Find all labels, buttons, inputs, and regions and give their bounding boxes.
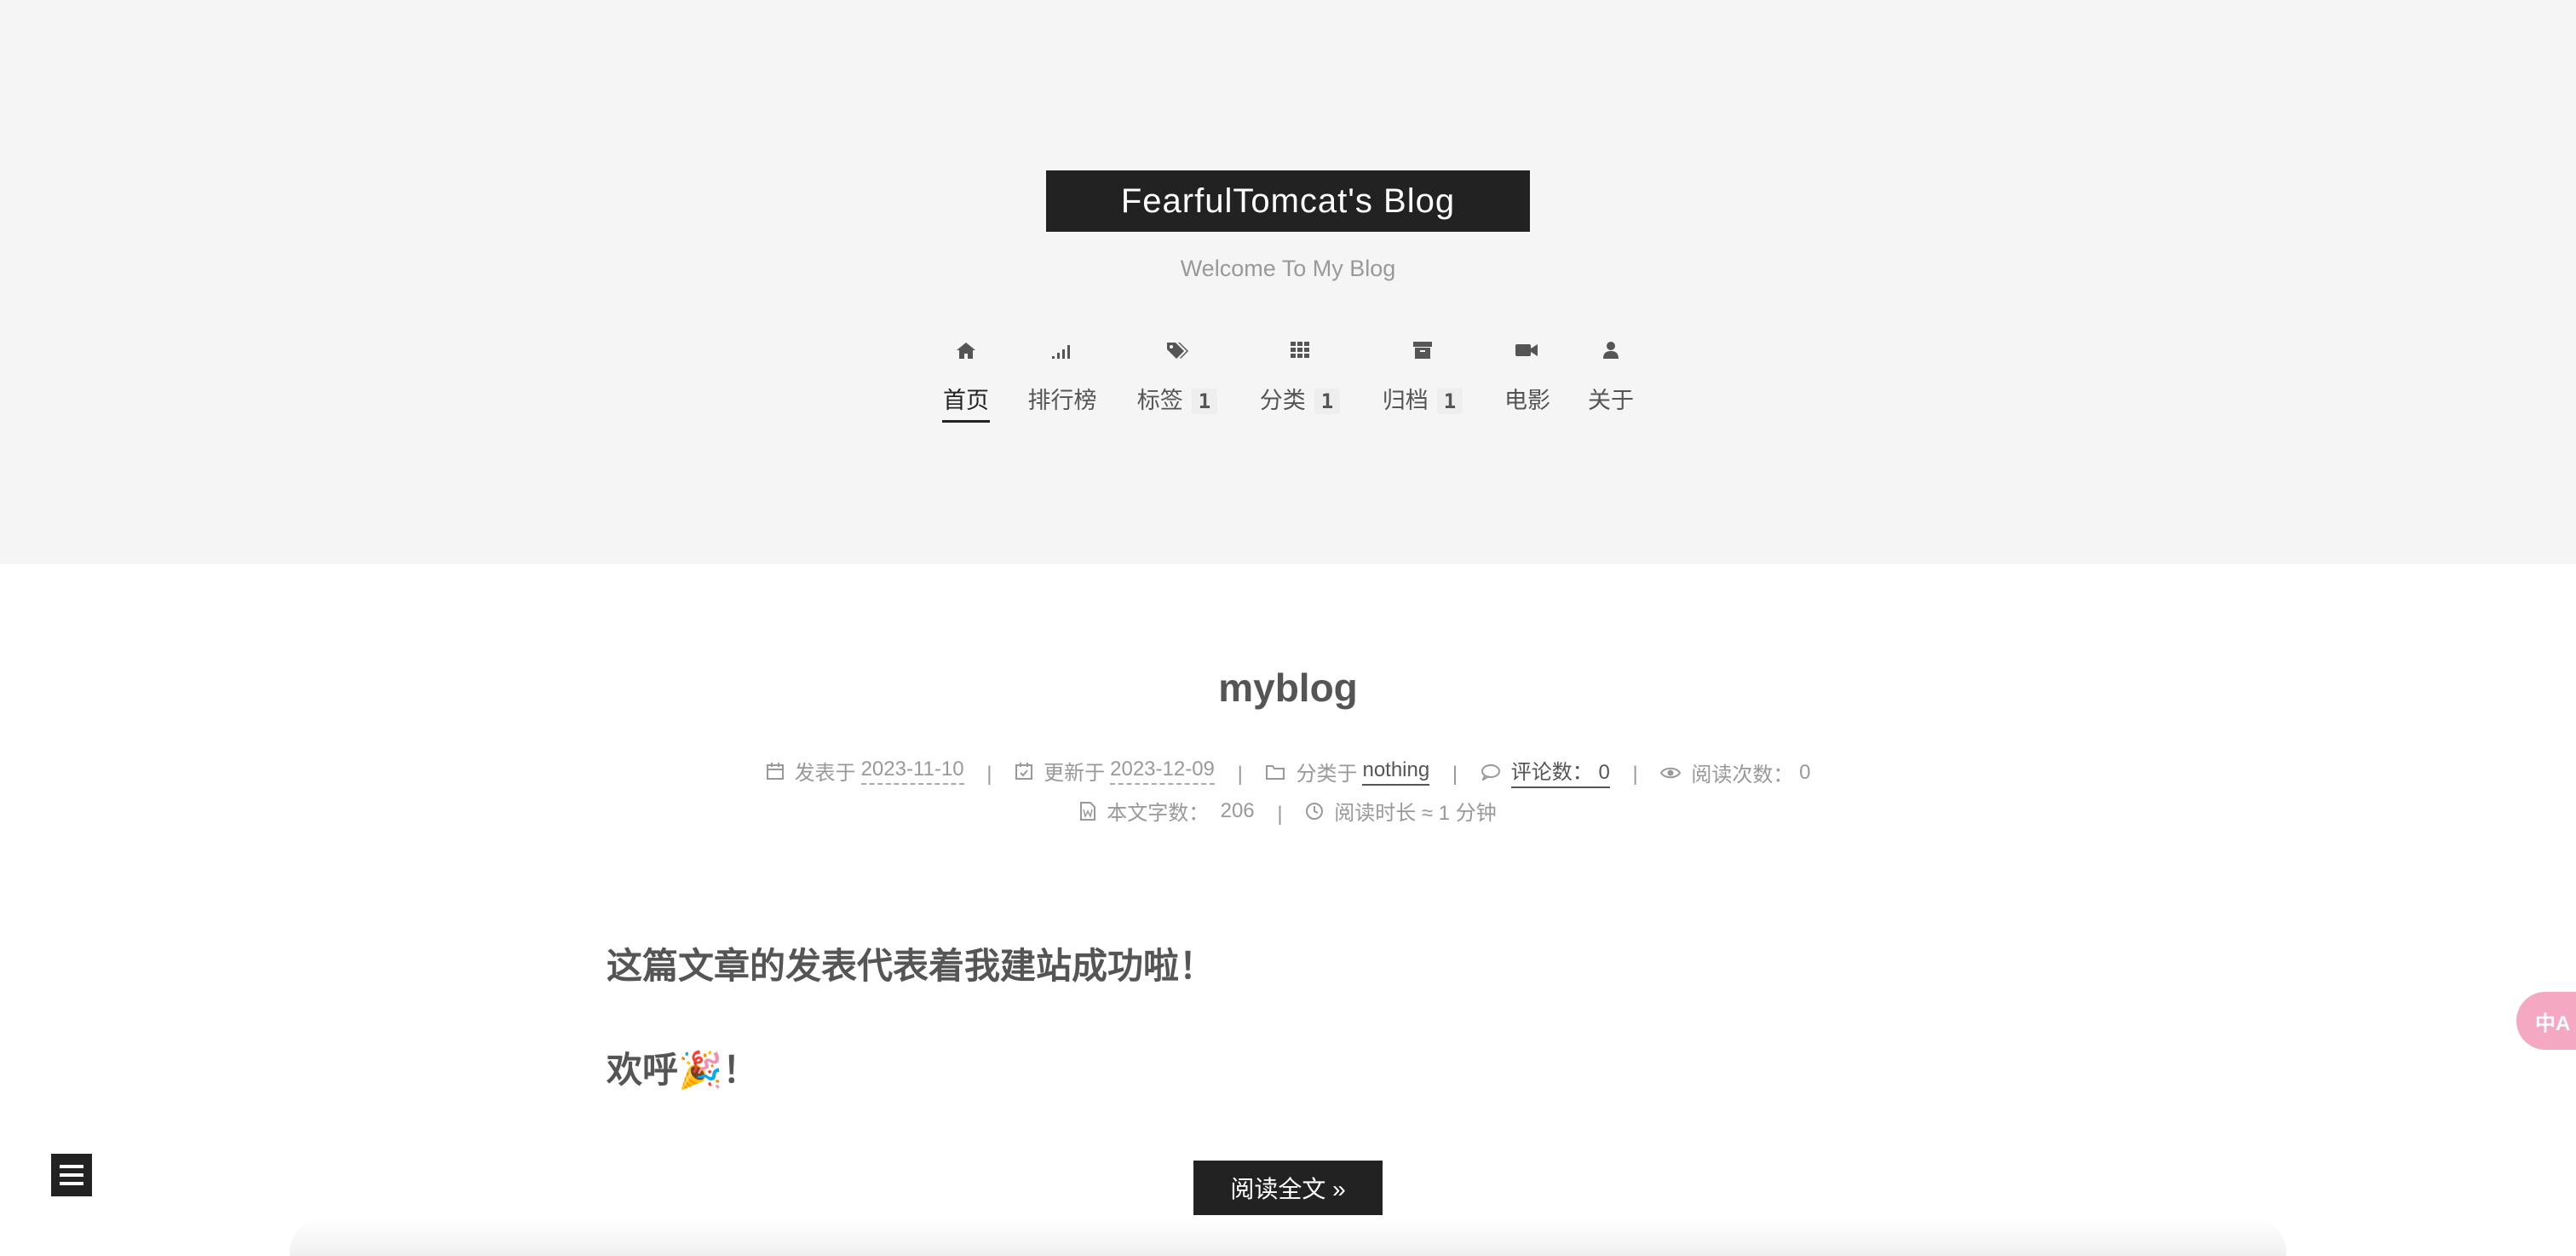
nav-item-home[interactable]: 首页 bbox=[942, 334, 990, 423]
post-comments[interactable]: 评论数： 0 bbox=[1481, 755, 1610, 788]
sidebar-toggle-button[interactable] bbox=[51, 1154, 92, 1196]
post-readtime: 阅读时长 ≈ 1 分钟 bbox=[1305, 796, 1497, 826]
nav-item-ranking[interactable]: 排行榜 bbox=[1027, 334, 1097, 419]
updated-label: 更新于 bbox=[1044, 762, 1106, 785]
category-label: 分类于 bbox=[1296, 763, 1358, 786]
nav-item-label: 电影 bbox=[1504, 388, 1550, 413]
nav-item-label: 排行榜 bbox=[1027, 388, 1097, 413]
views-count: 0 bbox=[1799, 760, 1811, 784]
nav-item-about[interactable]: 关于 bbox=[1588, 334, 1634, 419]
eye-icon bbox=[1660, 767, 1682, 778]
post-content-cheer: 欢呼🎉！ bbox=[607, 1050, 759, 1090]
meta-separator: | bbox=[1452, 762, 1458, 786]
post-category: 分类于 nothing bbox=[1265, 757, 1430, 786]
calendar-check-icon bbox=[1015, 762, 1033, 780]
signal-icon bbox=[1027, 334, 1097, 366]
site-title-text[interactable]: FearfulTomcat's Blog bbox=[1121, 182, 1455, 221]
nav-item-categories[interactable]: 分类 1 bbox=[1257, 334, 1343, 419]
nav-item-label: 分类 bbox=[1259, 388, 1306, 413]
posted-date-value: 2023-11-10 bbox=[860, 758, 964, 785]
updated-date-value: 2023-12-09 bbox=[1110, 758, 1215, 785]
readtime-value: 1 分钟 bbox=[1438, 802, 1497, 825]
header-wave bbox=[0, 564, 2576, 579]
comment-icon bbox=[1481, 763, 1500, 781]
translate-icon: 中A bbox=[2535, 1011, 2571, 1035]
next-post-card-edge bbox=[290, 1219, 2286, 1256]
site-subtitle: Welcome To My Blog bbox=[1180, 256, 1396, 281]
read-more-label: 阅读全文 » bbox=[1230, 1176, 1346, 1202]
site-title[interactable]: FearfulTomcat's Blog bbox=[1046, 170, 1530, 232]
tag-count-badge: 1 bbox=[1191, 389, 1218, 414]
menu-icon bbox=[60, 1165, 83, 1168]
category-link[interactable]: nothing bbox=[1362, 758, 1430, 786]
home-icon bbox=[942, 334, 990, 366]
user-icon bbox=[1588, 334, 1634, 366]
post-date: 发表于 2023-11-10 bbox=[766, 756, 964, 786]
readtime-label: 阅读时长 ≈ bbox=[1334, 802, 1434, 825]
translate-button[interactable]: 中A bbox=[2516, 992, 2576, 1050]
video-icon bbox=[1504, 334, 1549, 366]
archive-icon bbox=[1380, 334, 1465, 366]
nav-item-label: 首页 bbox=[943, 388, 989, 413]
comments-link[interactable]: 评论数： 0 bbox=[1510, 755, 1610, 788]
nav-item-tags[interactable]: 标签 1 bbox=[1135, 334, 1220, 419]
site-header: FearfulTomcat's Blog Welcome To My Blog … bbox=[0, 0, 2576, 564]
comments-count: 0 bbox=[1598, 761, 1610, 784]
nav-item-label: 归档 bbox=[1382, 388, 1429, 413]
nav-item-label: 关于 bbox=[1588, 388, 1634, 413]
nav-item-label: 标签 bbox=[1136, 388, 1183, 413]
main-nav: 首页 排行榜 标签 1 分类 1 归档 1 电影 关于 bbox=[0, 334, 2576, 428]
calendar-icon bbox=[766, 762, 784, 780]
read-more-button[interactable]: 阅读全文 » bbox=[1193, 1161, 1383, 1215]
menu-icon bbox=[60, 1173, 83, 1177]
menu-icon bbox=[60, 1182, 83, 1185]
nav-item-movies[interactable]: 电影 bbox=[1504, 334, 1550, 419]
wordcount-label: 本文字数： bbox=[1107, 802, 1210, 825]
post-meta-secondary: 本文字数： 206 | 阅读时长 ≈ 1 分钟 bbox=[0, 796, 2576, 827]
post-title[interactable]: myblog bbox=[0, 665, 2576, 711]
archive-count-badge: 1 bbox=[1436, 389, 1463, 414]
clock-icon bbox=[1306, 802, 1324, 820]
tags-icon bbox=[1135, 334, 1220, 366]
meta-separator: | bbox=[1237, 762, 1243, 786]
posted-label: 发表于 bbox=[794, 762, 856, 785]
file-word-icon bbox=[1080, 801, 1096, 821]
views-label: 阅读次数： bbox=[1691, 763, 1794, 786]
folder-icon bbox=[1266, 764, 1285, 780]
post-updated: 更新于 2023-12-09 bbox=[1015, 756, 1215, 786]
nav-item-archives[interactable]: 归档 1 bbox=[1380, 334, 1465, 419]
category-count-badge: 1 bbox=[1314, 389, 1341, 414]
grid-icon bbox=[1257, 334, 1343, 366]
post-content-heading: 这篇文章的发表代表着我建站成功啦！ bbox=[607, 946, 1216, 986]
post-views: 阅读次数： 0 bbox=[1660, 758, 1810, 787]
wordcount-value: 206 bbox=[1220, 798, 1255, 822]
meta-separator: | bbox=[1277, 802, 1283, 826]
meta-separator: | bbox=[986, 762, 992, 786]
meta-separator: | bbox=[1632, 762, 1638, 786]
comments-label: 评论数： bbox=[1510, 761, 1593, 784]
post-meta-primary: 发表于 2023-11-10 | 更新于 2023-12-09 | 分类于 nothi… bbox=[0, 755, 2576, 788]
post-wordcount: 本文字数： 206 bbox=[1079, 796, 1255, 826]
